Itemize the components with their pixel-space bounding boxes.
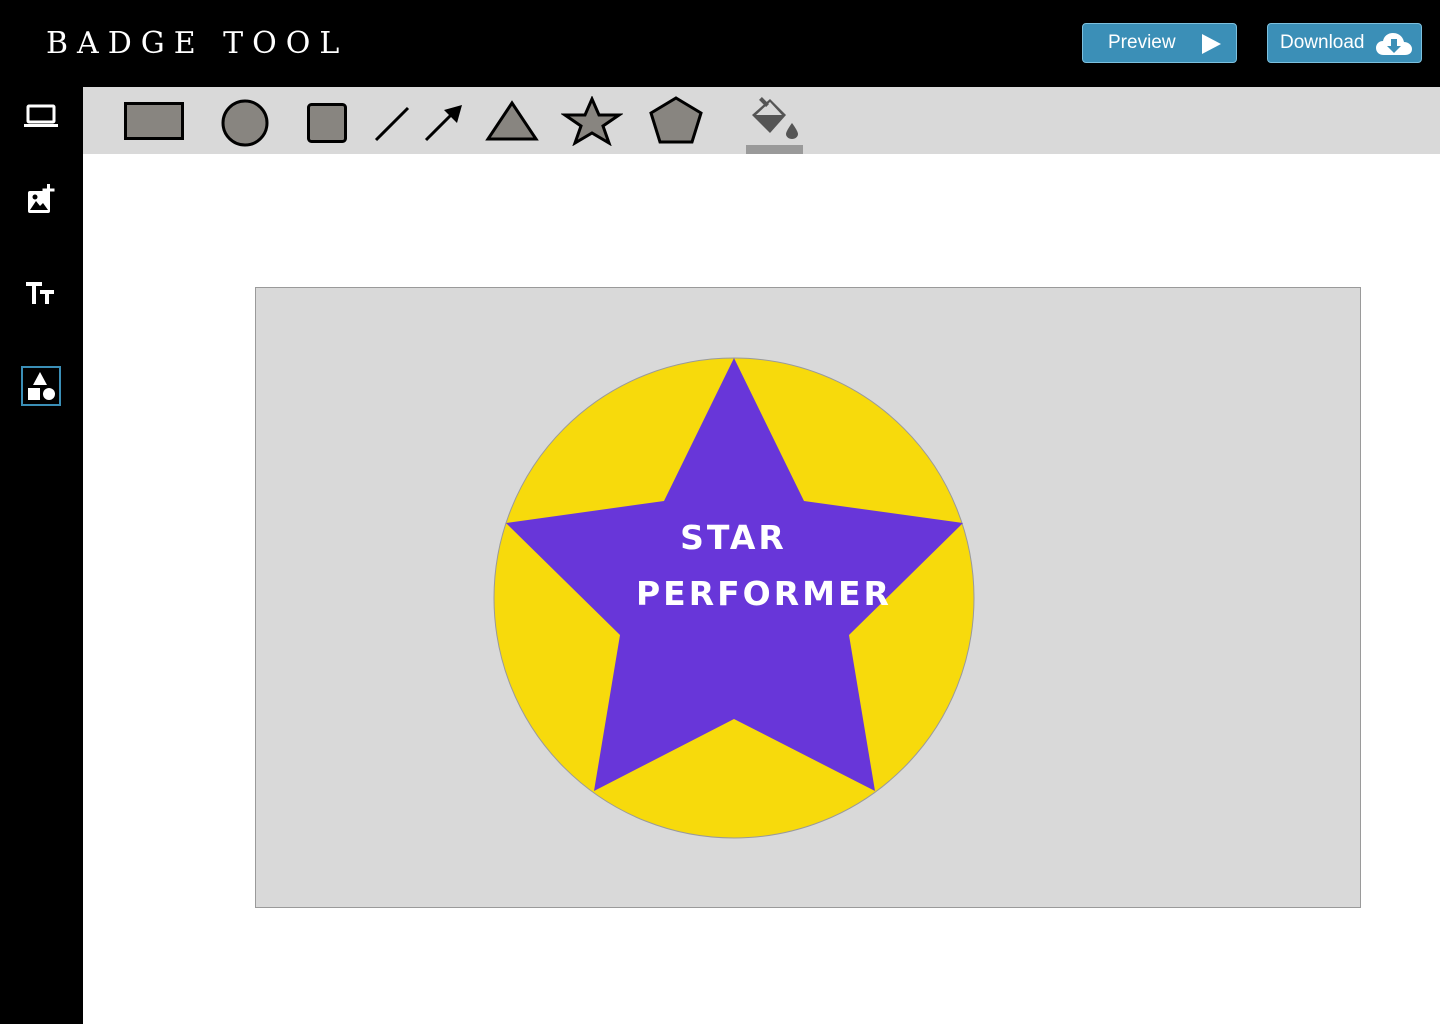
- badge-text-line-2[interactable]: PERFORMER: [636, 574, 889, 613]
- preview-button[interactable]: Preview: [1082, 23, 1237, 63]
- line-tool-icon[interactable]: [372, 105, 412, 143]
- rectangle-tool-icon[interactable]: [123, 101, 185, 141]
- download-button[interactable]: Download: [1267, 23, 1422, 63]
- sidebar-item-text[interactable]: [20, 272, 62, 314]
- app-title: BADGE TOOL: [46, 26, 349, 61]
- fill-color-indicator: [746, 145, 803, 154]
- download-button-label: Download: [1280, 32, 1365, 53]
- sidebar-item-shapes[interactable]: [21, 366, 61, 406]
- fill-color-icon[interactable]: [748, 95, 800, 141]
- sidebar-item-add-image[interactable]: [20, 179, 62, 221]
- preview-button-label: Preview: [1108, 32, 1176, 53]
- play-icon: [1202, 34, 1221, 54]
- square-tool-icon[interactable]: [306, 102, 348, 144]
- badge-canvas[interactable]: STAR PERFORMER: [255, 287, 1361, 908]
- laptop-icon: [24, 104, 58, 127]
- arrow-tool-icon[interactable]: [422, 103, 466, 143]
- shapes-icon: [28, 372, 55, 400]
- add-image-icon: [28, 184, 55, 213]
- text-size-icon: [26, 282, 54, 304]
- pentagon-tool-icon[interactable]: [647, 95, 705, 145]
- cloud-download-icon: [1376, 33, 1412, 55]
- badge-text-line-1[interactable]: STAR: [636, 518, 831, 557]
- star-tool-icon[interactable]: [561, 96, 623, 146]
- triangle-tool-icon[interactable]: [485, 100, 539, 142]
- sidebar-item-background[interactable]: [20, 95, 62, 137]
- top-bar: BADGE TOOL Preview Download: [0, 0, 1440, 87]
- left-sidebar: [0, 87, 83, 1024]
- circle-tool-icon[interactable]: [220, 99, 270, 147]
